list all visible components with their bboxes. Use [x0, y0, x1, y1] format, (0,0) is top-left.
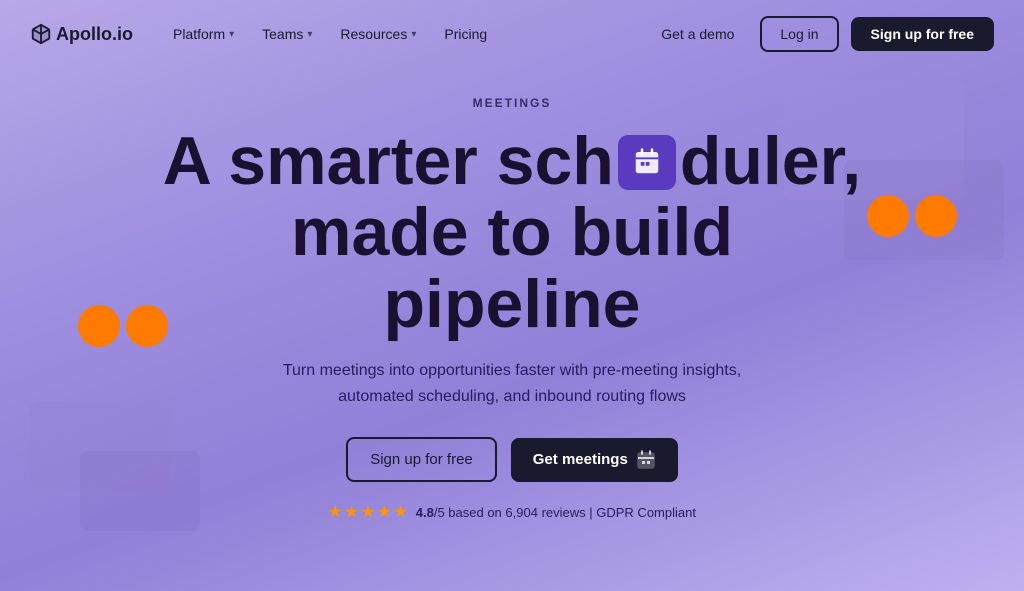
star-4: ★ — [377, 502, 391, 522]
hero-title: A smarter sch duler, made to build pipel… — [163, 126, 861, 340]
star-5: ★ — [393, 502, 407, 522]
signup-nav-button[interactable]: Sign up for free — [851, 17, 994, 51]
platform-chevron-icon: ▾ — [229, 29, 234, 40]
calendar-btn-icon — [636, 450, 656, 470]
page-wrapper: Apollo.io Platform ▾ Teams ▾ Resources ▾… — [0, 0, 1024, 591]
rating-count: 6,904 — [505, 505, 538, 520]
hero-title-part2: duler, — [680, 123, 861, 199]
hero-label: MEETINGS — [473, 96, 552, 110]
star-3: ★ — [361, 502, 375, 522]
star-2: ★ — [344, 502, 358, 522]
hero-subtitle: Turn meetings into opportunities faster … — [272, 358, 752, 409]
hero-title-line3: pipeline — [384, 266, 641, 342]
nav-right: Get a demo Log in Sign up for free — [647, 16, 994, 52]
calendar-icon-inline — [618, 135, 676, 190]
teams-chevron-icon: ▾ — [307, 29, 312, 40]
hero-buttons: Sign up for free Get meetings — [346, 437, 678, 482]
nav-platform[interactable]: Platform ▾ — [161, 20, 246, 48]
hero-title-line2: made to build — [291, 194, 733, 270]
star-rating: ★ ★ ★ ★ ★ — [328, 502, 408, 522]
get-demo-button[interactable]: Get a demo — [647, 18, 748, 50]
calendar-icon — [632, 147, 662, 177]
logo-text: Apollo.io — [56, 24, 133, 45]
star-1: ★ — [328, 502, 342, 522]
nav-links: Platform ▾ Teams ▾ Resources ▾ Pricing — [161, 20, 647, 48]
hero-section: MEETINGS A smarter sch duler, made to bu… — [0, 68, 1024, 522]
navbar: Apollo.io Platform ▾ Teams ▾ Resources ▾… — [0, 0, 1024, 68]
rating-text: 4.8/5 based on 6,904 reviews | GDPR Comp… — [416, 505, 696, 520]
get-meetings-button[interactable]: Get meetings — [511, 438, 678, 482]
resources-chevron-icon: ▾ — [411, 29, 416, 40]
signup-hero-button[interactable]: Sign up for free — [346, 437, 497, 482]
rating-score: 4.8 — [416, 505, 434, 520]
logo[interactable]: Apollo.io — [30, 23, 133, 45]
rating-suffix: reviews | GDPR Compliant — [542, 505, 696, 520]
nav-pricing[interactable]: Pricing — [432, 20, 499, 48]
hero-title-part1: A smarter sch — [163, 123, 614, 199]
rating-label: based on — [448, 505, 502, 520]
login-button[interactable]: Log in — [760, 16, 838, 52]
nav-teams[interactable]: Teams ▾ — [250, 20, 324, 48]
rating-total: 5 — [437, 505, 448, 520]
nav-resources[interactable]: Resources ▾ — [328, 20, 428, 48]
hero-rating: ★ ★ ★ ★ ★ 4.8/5 based on 6,904 reviews |… — [328, 502, 696, 522]
